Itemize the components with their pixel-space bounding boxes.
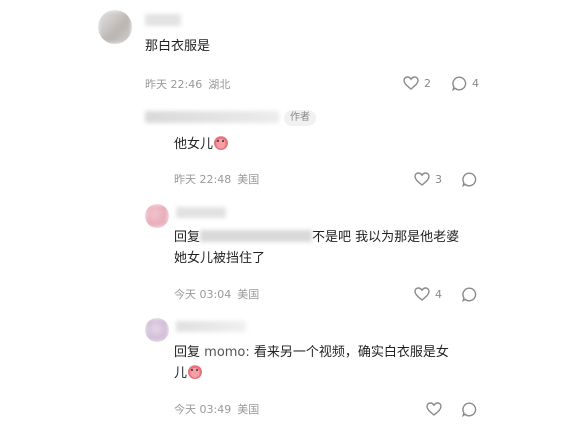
username-blurred[interactable] bbox=[176, 207, 226, 218]
reply-button[interactable] bbox=[462, 172, 477, 187]
heart-icon bbox=[414, 172, 430, 186]
reply-button[interactable]: 4 bbox=[452, 76, 479, 91]
comment-text: 那白衣服是 bbox=[145, 39, 211, 54]
comment-icon bbox=[462, 287, 477, 302]
like-button[interactable]: 4 bbox=[414, 287, 442, 301]
author-badge: 作者 bbox=[284, 110, 316, 126]
crying-emoji-icon bbox=[214, 136, 229, 150]
comment-time: 今天 03:04 bbox=[174, 288, 232, 301]
comment-time: 昨天 22:46 bbox=[145, 78, 203, 91]
comment-time: 今天 03:49 bbox=[174, 403, 232, 416]
reply-target-blurred[interactable] bbox=[200, 230, 313, 242]
comment-meta: 今天 03:49 美国 bbox=[174, 403, 265, 417]
comment-location: 湖北 bbox=[208, 78, 231, 91]
like-button[interactable]: 3 bbox=[414, 172, 442, 186]
like-count: 2 bbox=[424, 76, 431, 90]
comment-meta: 昨天 22:46 湖北 bbox=[145, 78, 236, 92]
comment-location: 美国 bbox=[237, 173, 260, 186]
avatar[interactable] bbox=[145, 318, 169, 342]
reply-prefix: 回复 bbox=[174, 345, 201, 360]
comment-location: 美国 bbox=[237, 288, 260, 301]
reply-count: 4 bbox=[472, 77, 479, 90]
username-blurred[interactable] bbox=[145, 111, 279, 123]
reply-button[interactable] bbox=[462, 402, 477, 417]
comment-location: 美国 bbox=[237, 403, 260, 416]
crying-emoji-icon bbox=[188, 365, 203, 379]
heart-icon bbox=[403, 76, 419, 90]
like-button[interactable] bbox=[426, 402, 442, 416]
comment-text-line2: 儿 bbox=[174, 365, 203, 383]
comment-meta: 今天 03:04 美国 bbox=[174, 288, 265, 302]
avatar[interactable] bbox=[145, 204, 169, 228]
comment-icon bbox=[452, 76, 467, 91]
comment-text-line2: 她女儿被挡住了 bbox=[174, 251, 266, 266]
comment-icon bbox=[462, 172, 477, 187]
reply-button[interactable] bbox=[462, 287, 477, 302]
comment-text-content: 儿 bbox=[174, 366, 188, 381]
comment-icon bbox=[462, 402, 477, 417]
username-blurred[interactable] bbox=[176, 321, 246, 332]
heart-icon bbox=[414, 287, 430, 301]
comment-text-content: 他女儿 bbox=[174, 137, 214, 152]
heart-icon bbox=[426, 402, 442, 416]
comment-text: 回复 momo: 看来另一个视频，确实白衣服是女 bbox=[174, 344, 449, 362]
like-button[interactable]: 2 bbox=[403, 76, 431, 90]
username-blurred[interactable] bbox=[145, 14, 181, 26]
comment-meta: 昨天 22:48 美国 bbox=[174, 173, 265, 187]
comment-text: 他女儿 bbox=[174, 136, 229, 154]
comment-text-content: 不是吧 我以为那是他老婆 bbox=[312, 230, 460, 245]
comment-text-content: 看来另一个视频，确实白衣服是女 bbox=[253, 345, 449, 360]
reply-target-username[interactable]: momo: bbox=[204, 345, 250, 360]
like-count: 4 bbox=[435, 287, 442, 301]
like-count: 3 bbox=[435, 172, 442, 186]
comment-text: 回复 不是吧 我以为那是他老婆 bbox=[174, 229, 459, 247]
reply-prefix: 回复 bbox=[174, 230, 201, 245]
avatar[interactable] bbox=[98, 10, 132, 44]
comment-time: 昨天 22:48 bbox=[174, 173, 232, 186]
